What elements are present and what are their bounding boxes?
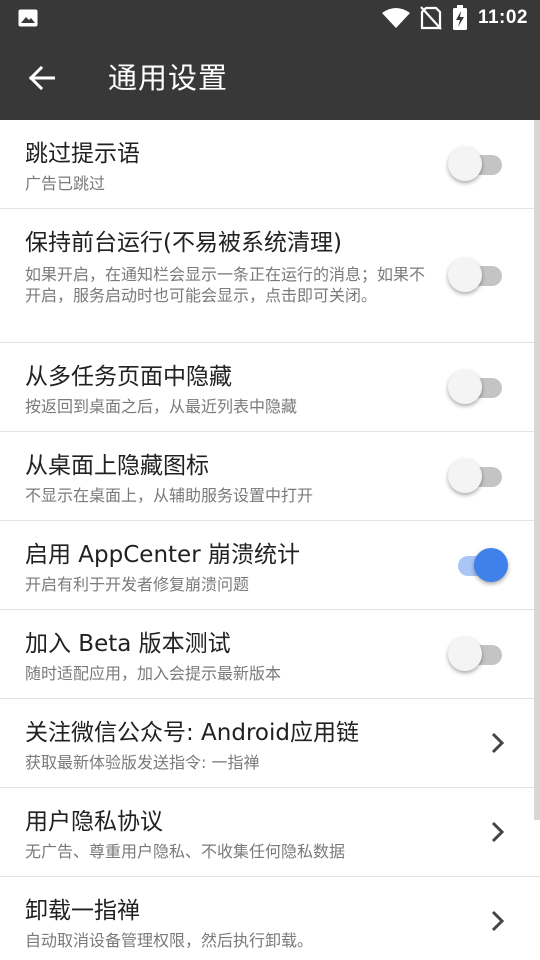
- setting-subtitle: 不显示在桌面上，从辅助服务设置中打开: [25, 486, 314, 505]
- setting-title: 从多任务页面中隐藏: [25, 364, 232, 390]
- setting-title: 用户隐私协议: [25, 809, 163, 835]
- setting-subtitle: 获取最新体验版发送指令: 一指禅: [25, 753, 260, 772]
- setting-row-skip-tips[interactable]: 跳过提示语 广告已跳过: [0, 120, 540, 209]
- battery-charging-icon: [452, 5, 467, 30]
- setting-row-privacy[interactable]: 用户隐私协议 无广告、尊重用户隐私、不收集任何隐私数据: [0, 788, 540, 877]
- setting-row-hide-from-recents[interactable]: 从多任务页面中隐藏 按返回到桌面之后，从最近列表中隐藏: [0, 343, 540, 432]
- switch-thumb: [448, 459, 482, 493]
- setting-title: 卸载一指禅: [25, 898, 140, 924]
- setting-subtitle: 广告已跳过: [25, 174, 106, 193]
- switch-thumb: [448, 637, 482, 671]
- setting-subtitle: 如果开启，在通知栏会显示一条正在运行的消息；如果不开启，服务启动时也可能会显示，…: [25, 265, 426, 305]
- switch-thumb: [448, 370, 482, 404]
- hide-icon-switch[interactable]: [448, 457, 508, 497]
- app-bar: 通用设置: [0, 36, 540, 120]
- beta-switch[interactable]: [448, 635, 508, 675]
- clock: 11:02: [477, 7, 528, 28]
- status-bar: 11:02: [0, 0, 540, 36]
- chevron-right-icon: [491, 821, 505, 843]
- keep-foreground-switch[interactable]: [448, 256, 508, 296]
- skip-tips-switch[interactable]: [448, 145, 508, 185]
- arrow-left-icon: [29, 66, 55, 90]
- setting-row-wechat[interactable]: 关注微信公众号: Android应用链 获取最新体验版发送指令: 一指禅: [0, 699, 540, 788]
- chevron-right-icon: [491, 732, 505, 754]
- setting-title: 跳过提示语: [25, 141, 140, 167]
- setting-row-appcenter-crash[interactable]: 启用 AppCenter 崩溃统计 开启有利于开发者修复崩溃问题: [0, 521, 540, 610]
- setting-row-beta[interactable]: 加入 Beta 版本测试 随时适配应用，加入会提示最新版本: [0, 610, 540, 699]
- setting-subtitle: 自动取消设备管理权限，然后执行卸载。: [25, 931, 314, 950]
- setting-title: 关注微信公众号: Android应用链: [25, 720, 359, 746]
- setting-subtitle: 开启有利于开发者修复崩溃问题: [25, 575, 250, 594]
- hide-from-recents-switch[interactable]: [448, 368, 508, 408]
- scrollbar-thumb[interactable]: [534, 120, 540, 820]
- setting-title: 启用 AppCenter 崩溃统计: [25, 542, 300, 568]
- settings-list[interactable]: 跳过提示语 广告已跳过 保持前台运行(不易被系统清理) 如果开启，在通知栏会显示…: [0, 120, 540, 960]
- image-notification-icon: [18, 9, 38, 27]
- switch-thumb: [448, 258, 482, 292]
- setting-row-hide-icon[interactable]: 从桌面上隐藏图标 不显示在桌面上，从辅助服务设置中打开: [0, 432, 540, 521]
- setting-title: 从桌面上隐藏图标: [25, 453, 209, 479]
- no-sim-icon: [420, 6, 442, 30]
- setting-title: 保持前台运行(不易被系统清理): [25, 230, 342, 256]
- wifi-icon: [381, 8, 410, 28]
- switch-thumb: [474, 548, 508, 582]
- status-icons: 11:02: [381, 0, 528, 36]
- setting-row-keep-foreground[interactable]: 保持前台运行(不易被系统清理) 如果开启，在通知栏会显示一条正在运行的消息；如果…: [0, 209, 540, 343]
- setting-subtitle: 随时适配应用，加入会提示最新版本: [25, 664, 282, 683]
- chevron-right-icon: [491, 910, 505, 932]
- page-title: 通用设置: [108, 61, 229, 95]
- appcenter-crash-switch[interactable]: [448, 546, 508, 586]
- switch-thumb: [448, 147, 482, 181]
- setting-row-uninstall[interactable]: 卸载一指禅 自动取消设备管理权限，然后执行卸载。: [0, 877, 540, 960]
- back-button[interactable]: [20, 56, 64, 100]
- setting-subtitle: 按返回到桌面之后，从最近列表中隐藏: [25, 397, 298, 416]
- setting-subtitle: 无广告、尊重用户隐私、不收集任何隐私数据: [25, 842, 346, 861]
- setting-title: 加入 Beta 版本测试: [25, 631, 231, 657]
